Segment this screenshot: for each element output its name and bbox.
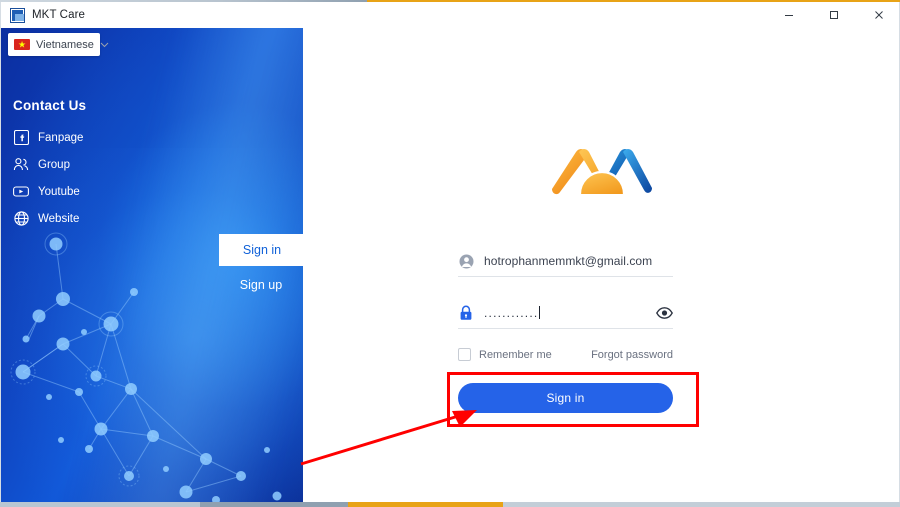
contact-link-group[interactable]: Group — [13, 151, 213, 178]
background-strip-segment — [0, 502, 200, 507]
contact-link-label: Fanpage — [38, 131, 84, 144]
flag-star: ★ — [17, 39, 27, 49]
background-strip-segment — [348, 502, 503, 507]
remember-me-label: Remember me — [479, 348, 552, 361]
chevron-down-icon — [100, 42, 109, 47]
close-button[interactable] — [856, 2, 899, 28]
tab-sign-in[interactable]: Sign in — [219, 234, 303, 266]
contact-links-list: Fanpage Group Youtube Website — [13, 124, 213, 232]
language-selector[interactable]: ★ Vietnamese — [8, 33, 109, 56]
background-strip-segment — [200, 502, 348, 507]
minimize-button[interactable] — [766, 2, 811, 28]
group-icon — [13, 157, 29, 173]
globe-icon — [13, 211, 29, 227]
mkt-app-icon — [10, 7, 25, 23]
tab-sign-up-label: Sign up — [239, 278, 283, 292]
app-root: MKT Care ★ Vietnamese Contact Us Fanpage… — [0, 0, 900, 507]
title-bar-left: MKT Care — [1, 7, 85, 23]
forgot-password-link[interactable]: Forgot password — [591, 349, 673, 361]
contact-link-label: Youtube — [38, 185, 80, 198]
mkt-logo-icon — [551, 149, 652, 195]
close-icon — [874, 11, 883, 19]
contact-us-heading: Contact Us — [13, 98, 87, 113]
minimize-icon — [784, 15, 793, 16]
contact-link-label: Group — [38, 158, 70, 171]
title-bar: MKT Care — [1, 2, 899, 28]
tab-sign-in-label: Sign in — [242, 243, 282, 257]
user-icon — [458, 253, 474, 269]
form-options-row: Remember me Forgot password — [458, 348, 673, 361]
tab-sign-up[interactable]: Sign up — [219, 269, 303, 301]
youtube-icon — [13, 184, 29, 200]
application-window: MKT Care ★ Vietnamese Contact Us Fanpage… — [0, 2, 900, 504]
eye-icon[interactable] — [655, 304, 673, 322]
contact-link-fanpage[interactable]: Fanpage — [13, 124, 213, 151]
mkt-logo — [544, 140, 660, 202]
remember-me-checkbox[interactable] — [458, 348, 471, 361]
contact-link-label: Website — [38, 212, 80, 225]
email-value: hotrophanmemmkt@gmail.com — [484, 254, 653, 268]
window-title: MKT Care — [32, 9, 85, 21]
contact-link-website[interactable]: Website — [13, 205, 213, 232]
maximize-icon — [829, 11, 838, 19]
left-branding-panel: ★ Vietnamese Contact Us Fanpage Group Yo… — [1, 28, 303, 503]
auth-tabs: Sign in Sign up — [219, 234, 303, 301]
vietnam-flag-icon: ★ — [14, 39, 30, 50]
lock-icon — [458, 305, 474, 321]
email-field[interactable]: hotrophanmemmkt@gmail.com — [458, 246, 673, 277]
language-label: Vietnamese — [36, 38, 94, 51]
maximize-button[interactable] — [811, 2, 856, 28]
window-controls — [766, 2, 899, 28]
background-strip-bottom — [0, 502, 900, 507]
sign-in-button[interactable]: Sign in — [458, 383, 673, 413]
background-strip-segment — [503, 502, 900, 507]
password-value: ............ — [484, 306, 541, 320]
auth-form-pane: hotrophanmemmkt@gmail.com ............ R… — [303, 28, 899, 503]
remember-me-control[interactable]: Remember me — [458, 348, 552, 361]
facebook-icon — [13, 130, 29, 146]
password-field[interactable]: ............ — [458, 298, 673, 329]
contact-link-youtube[interactable]: Youtube — [13, 178, 213, 205]
login-form: hotrophanmemmkt@gmail.com ............ — [458, 246, 673, 329]
text-caret — [539, 306, 541, 319]
